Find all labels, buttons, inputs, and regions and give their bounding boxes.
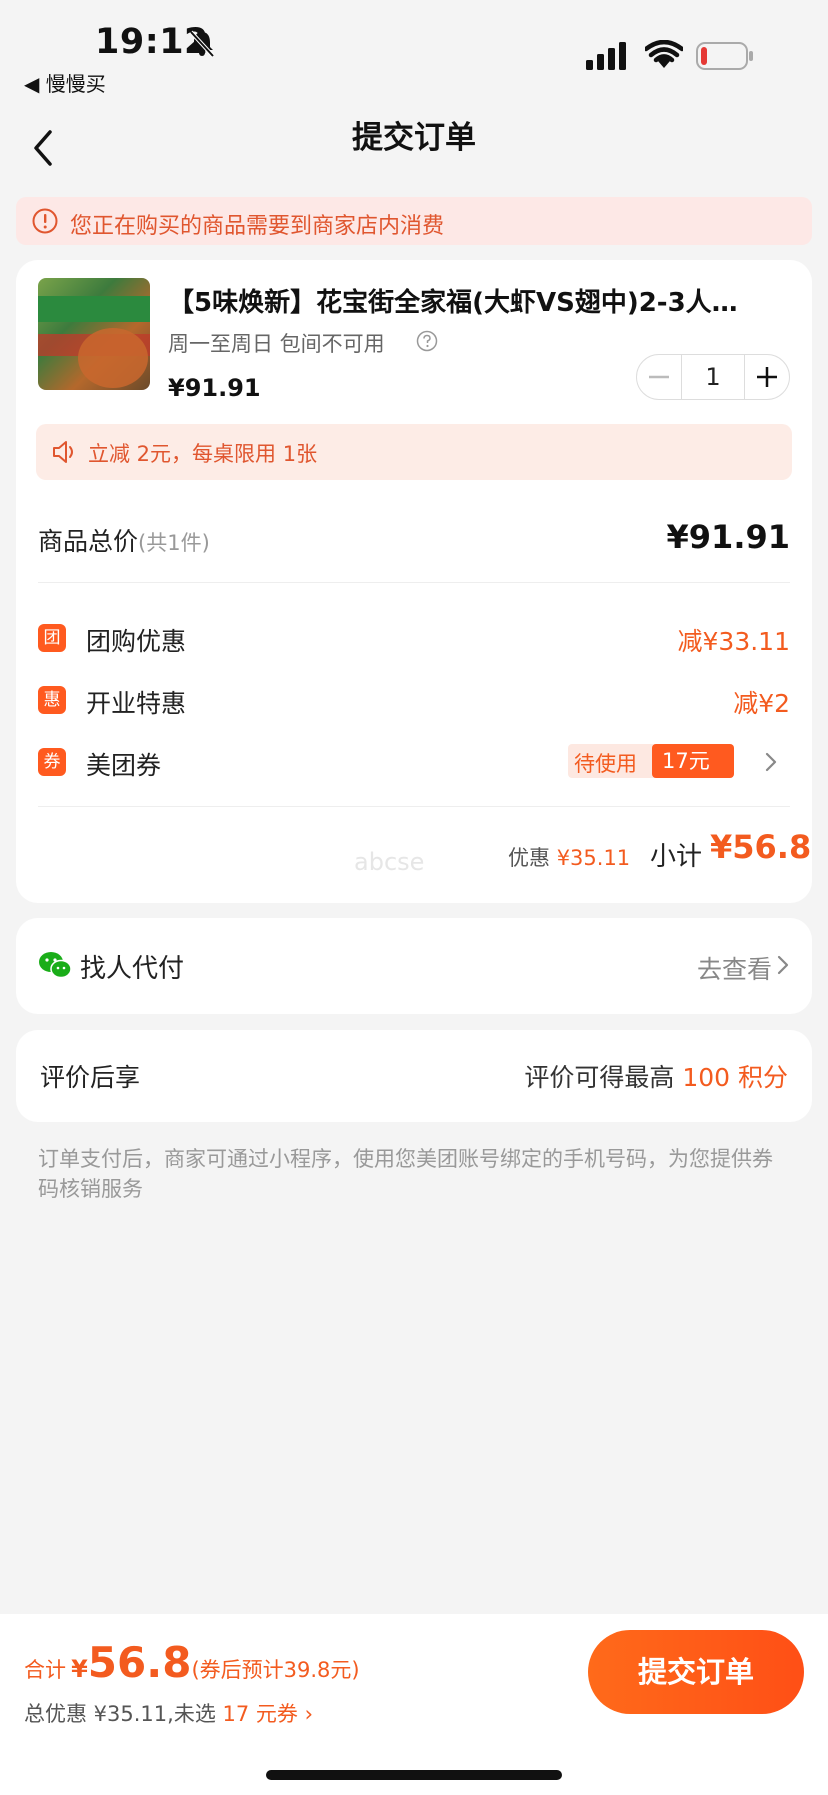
coupon-row[interactable]: 券 美团券 待使用 17元券 [38,742,790,807]
sum-value: 56.8 [87,1638,192,1687]
review-label: 评价后享 [40,1063,141,1092]
checkout-bar: 合计 ¥56.8(券后预计39.8元) 总优惠 ¥35.11,未选 17 元券 … [0,1614,828,1795]
chevron-right-icon[interactable] [776,954,790,976]
discount-summary: 优惠 ¥35.11 [508,842,630,872]
wechat-icon [39,952,72,979]
page-title: 提交订单 [352,120,476,156]
pay-for-me-row[interactable]: 找人代付 去查看 [16,918,812,1014]
chevron-right-icon[interactable] [764,751,778,773]
discount-value: 减¥2 [733,689,790,718]
review-reward-points: 100 积分 [682,1063,788,1092]
wifi-icon [645,40,683,68]
sum-label: 合计 [24,1658,66,1682]
discount-summary-value: ¥35.11 [556,846,631,870]
discount-summary-label: 优惠 [508,846,550,870]
special-offer-badge-icon: 惠 [38,686,66,714]
product-name[interactable]: 【5味焕新】花宝街全家福(大虾VS翅中)2-3人… [168,282,768,319]
decrease-quantity-button[interactable] [637,355,681,399]
warning-icon [32,208,58,234]
total-value: ¥91.91 [666,518,790,556]
total-discount-text: 总优惠 ¥35.11,未选 [24,1702,216,1726]
group-buy-badge-icon: 团 [38,624,66,652]
bell-muted-icon [189,30,215,58]
unselected-coupon-link[interactable]: 17 元券 [223,1702,298,1726]
watermark: abcse [354,848,425,876]
review-reward-text: 评价可得最高 100 积分 [524,1058,788,1094]
product-usage-note: 周一至周日 包间不可用 [168,332,385,356]
order-card: 【5味焕新】花宝街全家福(大虾VS翅中)2-3人… 周一至周日 包间不可用 ¥9… [16,260,812,903]
discount-row-opening: 惠 开业特惠 减¥2 [38,680,790,720]
chevron-right-icon: › [304,1702,314,1726]
coupon-chip: 17元券 [652,744,734,807]
total-label-text: 商品总价 [38,527,139,556]
review-reward-prefix: 评价可得最高 [524,1063,675,1092]
view-link[interactable]: 去查看 [697,950,772,986]
coupon-badge-icon: 券 [38,748,66,776]
battery-low-icon [696,42,753,70]
coupon-status-text: 待使用 [574,752,637,776]
product-price: ¥91.91 [168,374,261,402]
signal-icon [586,42,626,70]
discount-label: 团购优惠 [86,627,187,656]
divider [38,582,790,583]
coupon-label: 美团券 [86,751,162,780]
quantity-value[interactable]: 1 [681,355,745,399]
subtotal-label: 小计 [650,842,703,872]
pay-for-me-label: 找人代付 [80,954,185,984]
item-count: (共1件) [138,531,210,555]
increase-quantity-button[interactable] [745,355,789,399]
promo-banner: 立减 2元，每桌限用 1张 [36,424,792,480]
total-summary: 合计 ¥56.8(券后预计39.8元) [24,1638,360,1687]
help-icon[interactable] [416,330,438,352]
coupon-status-tag: 待使用 17元券 [568,744,734,807]
total-discount-line[interactable]: 总优惠 ¥35.11,未选 17 元券 › [24,1698,313,1728]
discount-value: 减¥33.11 [677,627,790,656]
sum-note: (券后预计39.8元) [191,1658,360,1682]
sum-currency: ¥ [71,1655,88,1683]
product-image[interactable] [38,278,150,390]
discount-label: 开业特惠 [86,689,187,718]
quantity-stepper: 1 [636,354,790,400]
home-indicator [266,1770,562,1780]
total-label: 商品总价(共1件) [38,522,210,558]
divider [38,806,790,807]
submit-order-button[interactable]: 提交订单 [588,1630,804,1714]
promo-text: 立减 2元，每桌限用 1张 [88,442,318,466]
notice-text: 您正在购买的商品需要到商家店内消费 [70,214,445,239]
back-to-app-link[interactable]: ◀ 慢慢买 [24,68,106,97]
service-footnote: 订单支付后，商家可通过小程序，使用您美团账号绑定的手机号码，为您提供券码核销服务 [38,1147,773,1201]
speaker-icon [53,441,73,463]
review-reward-row: 评价后享 评价可得最高 100 积分 [16,1030,812,1122]
subtotal-value: ¥56.8 [710,828,812,866]
discount-row-group-buy: 团 团购优惠 减¥33.11 [38,618,790,658]
notice-banner: 您正在购买的商品需要到商家店内消费 [16,197,812,245]
